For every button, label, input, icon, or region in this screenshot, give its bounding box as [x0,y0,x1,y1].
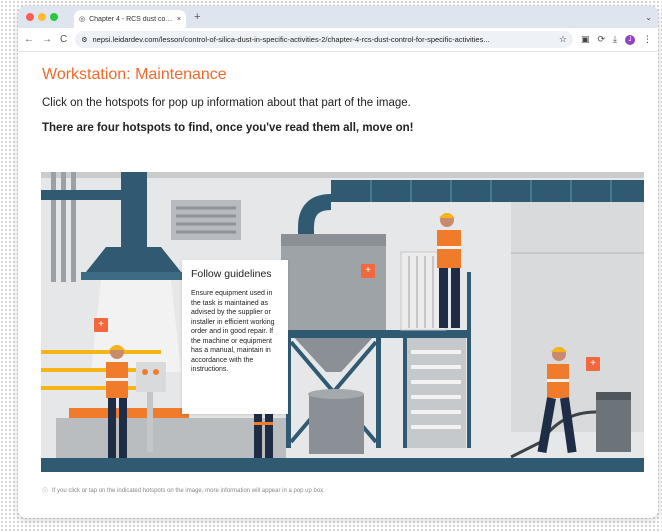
footnote-text: If you click or tap on the indicated hot… [52,487,325,494]
instruction-part-b: move on! [362,122,414,134]
lesson-content: Workstation: Maintenance Click on the ho… [18,52,658,134]
tab-search-icon[interactable]: ⌄ [645,13,652,22]
browser-toolbar: ← → C ⚙ nepsi.leidardev.com/lesson/contr… [18,28,658,52]
profile-avatar[interactable]: J [625,34,635,45]
reload-button[interactable]: C [60,34,67,45]
new-tab-button[interactable]: + [194,11,200,23]
instruction-part-a: There are four hotspots to find, once yo… [42,122,363,134]
page-title: Workstation: Maintenance [42,66,227,83]
popup-info-box: Follow guidelines Ensure equipment used … [182,260,288,414]
extension-icon[interactable]: ▣ [581,34,590,45]
browser-window: ◎ Chapter 4 - RCS dust control × + ⌄ ← →… [18,6,658,518]
popup-title: Follow guidelines [191,268,272,280]
maintenance-illustration: + + + Follow guidelines Ensure equipment… [41,172,644,472]
hotspot-3[interactable]: + [586,357,600,371]
url-text: nepsi.leidardev.com/lesson/control-of-si… [92,35,490,44]
back-button[interactable]: ← [24,34,34,45]
scene-svg [41,172,644,472]
tab-close-icon[interactable]: × [177,16,181,23]
hotspot-2[interactable]: + [361,264,375,278]
puzzle-icon[interactable]: ⟳ [597,34,605,45]
tab-favicon-icon: ◎ [79,16,86,23]
tab-bar: ◎ Chapter 4 - RCS dust control × + ⌄ [18,6,658,28]
forward-button[interactable]: → [42,34,52,45]
footnote: ⓘ If you click or tap on the indicated h… [42,486,325,496]
maximize-window-button[interactable] [50,13,58,21]
site-info-icon[interactable]: ⚙ [81,36,87,44]
menu-icon[interactable]: ⋮ [643,34,652,45]
close-window-button[interactable] [26,13,34,21]
bookmark-star-icon[interactable]: ☆ [559,34,567,45]
tab-title: Chapter 4 - RCS dust control [89,15,173,23]
minimize-window-button[interactable] [38,13,46,21]
download-icon[interactable]: ⤓ [613,34,617,45]
intro-text: Click on the hotspots for pop up informa… [42,97,411,109]
hotspot-1[interactable]: + [94,318,108,332]
instruction-text: There are four hotspots to find, once yo… [42,122,634,134]
popup-body: Ensure equipment used in the task is mai… [191,290,275,373]
info-icon: ⓘ [42,489,49,495]
address-bar[interactable]: ⚙ nepsi.leidardev.com/lesson/control-of-… [75,31,573,48]
tab-active[interactable]: ◎ Chapter 4 - RCS dust control × [74,10,186,28]
